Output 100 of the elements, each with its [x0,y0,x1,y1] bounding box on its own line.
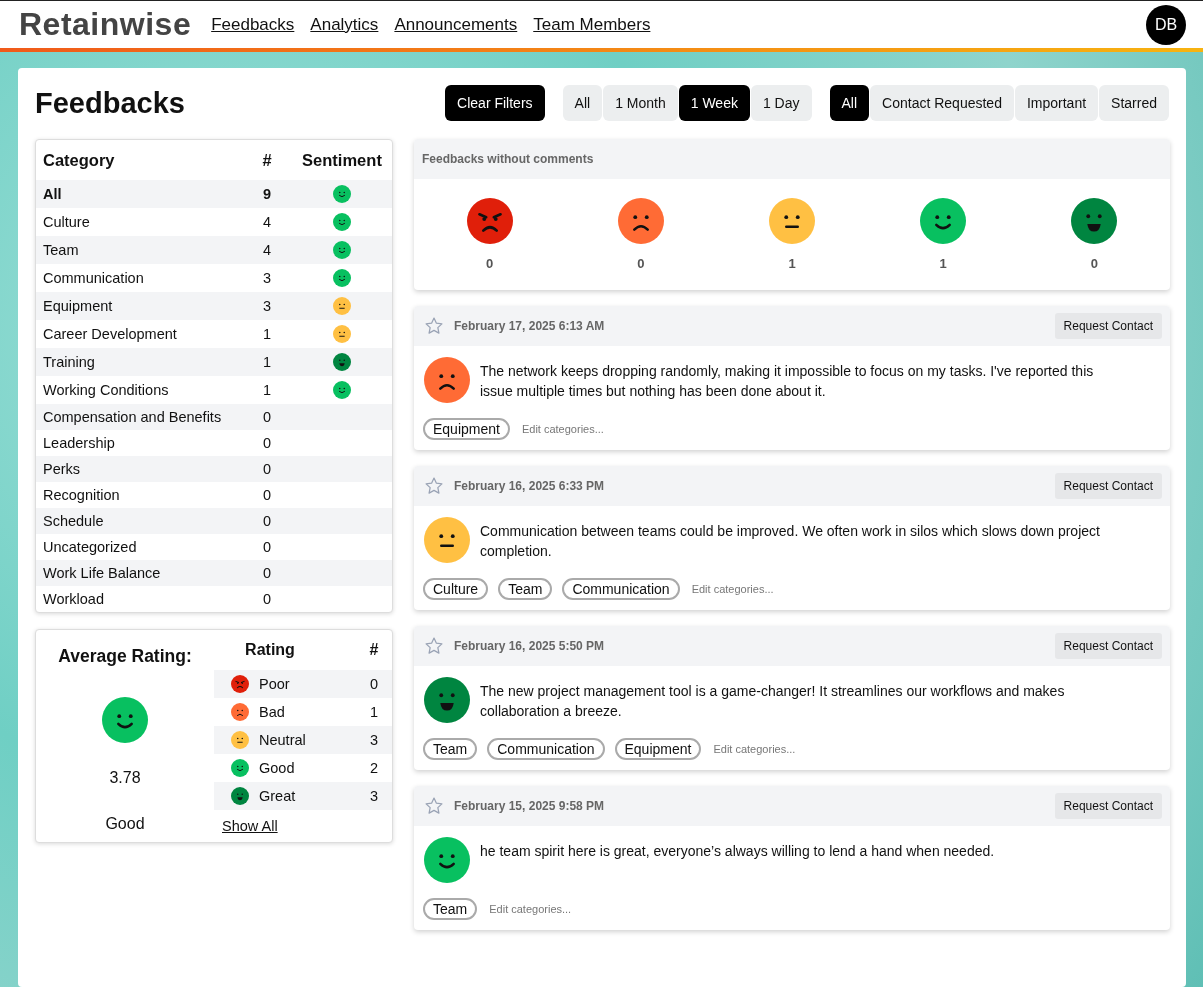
category-row[interactable]: Equipment 3 [36,292,392,320]
category-tag[interactable]: Communication [487,738,605,760]
edit-categories-link[interactable]: Edit categories... [691,583,774,595]
category-count: 0 [262,487,272,503]
category-name: Work Life Balance [43,565,162,581]
filter-tab[interactable]: Important [1014,85,1099,121]
category-row[interactable]: Communication 3 [36,264,392,292]
category-tag[interactable]: Equipment [614,738,702,760]
category-row[interactable]: Culture 4 [36,208,392,236]
category-name: Perks [43,461,82,477]
category-tag[interactable]: Equipment [423,418,510,440]
section-title: Feedbacks without comments [422,152,594,166]
category-name: Compensation and Benefits [43,409,223,425]
filter-tab[interactable]: All [829,85,870,121]
nav-link[interactable]: Team Members [533,14,651,35]
request-contact-button[interactable]: Request Contact [1054,793,1162,819]
category-name: Training [43,354,96,370]
category-name: Leadership [43,435,116,451]
category-name: Culture [43,214,91,230]
filter-tab[interactable]: Starred [1099,85,1169,121]
category-row[interactable]: Training 1 [36,348,392,376]
category-count: 0 [262,513,272,529]
category-tag[interactable]: Culture [423,578,489,600]
category-count: 3 [262,298,272,314]
rating-count: 2 [369,760,379,776]
category-count: 0 [262,565,272,581]
edit-categories-link[interactable]: Edit categories... [489,903,572,915]
category-row[interactable]: Leadership 0 [36,430,392,456]
category-count: 0 [262,435,272,451]
category-count: 1 [262,326,272,342]
category-count: 1 [262,354,272,370]
request-contact-button[interactable]: Request Contact [1054,473,1162,499]
filter-tab[interactable]: 1 Month [603,85,678,121]
category-row[interactable]: Team 4 [36,236,392,264]
category-row[interactable]: Perks 0 [36,456,392,482]
category-count: 4 [262,214,272,230]
column-header: # [369,641,379,659]
category-name: Working Conditions [43,382,170,398]
star-icon[interactable] [424,796,444,816]
sentiment-count: 0 [637,256,645,271]
nav-link[interactable]: Feedbacks [211,14,295,35]
category-name: Uncategorized [43,539,138,555]
filter-tab[interactable]: Contact Requested [870,85,1014,121]
brand-logo[interactable]: Retainwise [19,6,192,43]
feedback-text: he team spirit here is great, everyone’s always willing to lend a hand when needed. [480,842,995,861]
show-all-link[interactable]: Show All [222,818,278,834]
category-tag[interactable]: Team [423,898,478,920]
feedback-text: The network keeps dropping randomly, making it impossible to focus on my tasks. I've reported this issue multiple times but nothing has been done about it. [480,362,1095,401]
rating-label: Good [259,760,296,776]
category-tag[interactable]: Team [498,578,553,600]
category-name: Career Development [43,326,178,342]
category-row[interactable]: Workload 0 [36,586,392,612]
category-row[interactable]: Compensation and Benefits 0 [36,404,392,430]
category-name: All [43,186,63,202]
nav-link[interactable]: Announcements [394,14,518,35]
category-row[interactable]: Work Life Balance 0 [36,560,392,586]
rating-label: Great [259,788,297,804]
star-icon[interactable] [424,476,444,496]
user-avatar[interactable]: DB [1146,4,1186,45]
category-count: 0 [262,539,272,555]
rating-label: Poor [259,676,291,692]
category-tag[interactable]: Team [423,738,478,760]
nav-link[interactable]: Analytics [310,14,379,35]
star-icon[interactable] [424,316,444,336]
feedback-date: February 16, 2025 6:33 PM [454,479,605,493]
category-count: 0 [262,409,272,425]
category-row[interactable]: Working Conditions 1 [36,376,392,404]
column-header: Category [43,150,116,170]
category-tag[interactable]: Communication [562,578,680,600]
category-count: 0 [262,461,272,477]
sentiment-count: 1 [939,256,947,271]
rating-label: Bad [259,704,286,720]
sentiment-count: 1 [788,256,796,271]
star-icon[interactable] [424,636,444,656]
rating-count: 0 [369,676,379,692]
category-count: 4 [262,242,272,258]
average-rating-title: Average Rating: [58,646,192,667]
feedback-text: The new project management tool is a game-changer! It streamlines our workflows and makes collaboration a breeze. [480,682,1066,721]
filter-tab[interactable]: All [562,85,603,121]
category-row[interactable]: All 9 [36,180,392,208]
category-row[interactable]: Career Development 1 [36,320,392,348]
rating-count: 3 [369,732,379,748]
clear-filters-button[interactable]: Clear Filters [445,85,545,121]
edit-categories-link[interactable]: Edit categories... [521,423,604,435]
filter-tab[interactable]: 1 Week [678,85,750,121]
filter-tab[interactable]: 1 Day [750,85,812,121]
column-header: Rating [245,641,295,659]
request-contact-button[interactable]: Request Contact [1054,633,1162,659]
rating-count: 3 [369,788,379,804]
category-row[interactable]: Uncategorized 0 [36,534,392,560]
column-header: # [262,150,272,170]
rating-count: 1 [369,704,379,720]
category-row[interactable]: Schedule 0 [36,508,392,534]
request-contact-button[interactable]: Request Contact [1054,313,1162,339]
category-name: Equipment [43,298,114,314]
sentiment-count: 0 [485,256,494,271]
edit-categories-link[interactable]: Edit categories... [713,743,796,755]
feedback-text: Communication between teams could be improved. We often work in silos which slows down project completion. [480,522,1100,561]
category-row[interactable]: Recognition 0 [36,482,392,508]
feedback-date: February 16, 2025 5:50 PM [454,639,605,653]
